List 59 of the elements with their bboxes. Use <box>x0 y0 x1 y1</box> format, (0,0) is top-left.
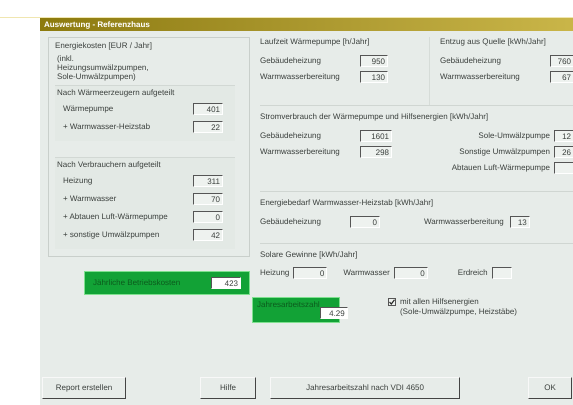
field-label: Warmwasserbereitung <box>423 217 505 227</box>
value-field: 4.29 <box>320 307 348 319</box>
group-title: Stromverbrauch der Wärmepumpe und Hilfsenergien [kWh/Jahr] <box>260 112 490 122</box>
field-label: Abtauen Luft-Wärmepumpe <box>452 163 551 173</box>
field-label: + Warmwasser-Heizstab <box>62 122 152 132</box>
dialog-button[interactable]: Hilfe <box>200 377 256 399</box>
field-label: Sonstige Umwälzpumpen <box>459 147 551 157</box>
value-field: 42 <box>193 229 223 241</box>
group-title: Laufzeit Wärmepumpe [h/Jahr] <box>260 37 370 47</box>
value-field: 26 <box>554 146 573 158</box>
field-label: Gebäudeheizung <box>260 217 322 227</box>
dialog-button[interactable]: Report erstellen <box>42 377 126 399</box>
performance-label: Jahresarbeitszahl <box>257 300 320 310</box>
value-field: 311 <box>193 175 223 187</box>
field-label: + sonstige Umwälzpumpen <box>62 230 160 240</box>
group-title: Entzug aus Quelle [kWh/Jahr] <box>440 37 547 47</box>
value-field: 22 <box>193 121 223 133</box>
group-title: Energiebedarf Warmwasser-Heizstab [kWh/Jahr] <box>260 198 434 208</box>
value-field: 0 <box>293 267 328 279</box>
field-label: Gebäudeheizung <box>260 131 322 141</box>
dialog-button[interactable]: Jahresarbeitszahl nach VDI 4650 <box>270 377 460 399</box>
field-label: Sole-Umwälzpumpe <box>478 131 551 141</box>
value-field: 12 <box>554 130 573 142</box>
value-field: 1601 <box>360 130 392 142</box>
field-label: Erdreich <box>458 268 489 278</box>
field-label: Warmwasserbereitung <box>440 72 521 82</box>
value-field: 0 <box>350 216 380 228</box>
group-title: Solare Gewinne [kWh/Jahr] <box>260 250 358 260</box>
field-label: Wärmepumpe <box>62 104 114 114</box>
subgroup-title: Nach Wärmeerzeugern aufgeteilt <box>57 88 176 98</box>
value-field: 401 <box>193 103 223 115</box>
value-field: 13 <box>510 216 530 228</box>
field-label: Gebäudeheizung <box>440 56 502 66</box>
window-title: Auswertung - Referenzhaus <box>40 18 573 31</box>
field-label: Heizung <box>260 268 290 278</box>
value-field: 423 <box>211 277 241 289</box>
value-field: 130 <box>360 71 388 83</box>
checkbox[interactable] <box>388 298 396 306</box>
value-field: 0 <box>394 267 428 279</box>
subgroup-title: Nach Verbrauchern aufgeteilt <box>57 160 162 170</box>
field-label: Heizung <box>62 176 94 186</box>
field-label: Gebäudeheizung <box>260 56 322 66</box>
total-label: Jährliche Betriebskosten <box>93 278 182 288</box>
group-title: Energiekosten [EUR / Jahr] <box>55 41 153 51</box>
value-field: 70 <box>193 193 223 205</box>
value-field: 298 <box>360 146 392 158</box>
dialog-button[interactable]: OK <box>528 377 572 399</box>
field-label: Warmwasserbereitung <box>260 72 341 82</box>
note-text: (inkl. Heizungsumwälzpumpen, Sole-Umwälzpumpen) <box>56 54 150 81</box>
checkbox-label: mit allen Hilfsenergien (Sole-Umwälzpumpe, Heizstäbe) <box>400 297 517 317</box>
value-field <box>492 267 512 279</box>
value-field: 950 <box>360 55 388 67</box>
value-field: 0 <box>193 211 223 223</box>
field-label: + Abtauen Luft-Wärmepumpe <box>62 212 169 222</box>
field-label: Warmwasser <box>343 268 391 278</box>
field-label: Warmwasserbereitung <box>260 147 341 157</box>
value-field: 760 <box>550 55 573 67</box>
value-field: 67 <box>550 71 573 83</box>
field-label: + Warmwasser <box>62 194 118 204</box>
